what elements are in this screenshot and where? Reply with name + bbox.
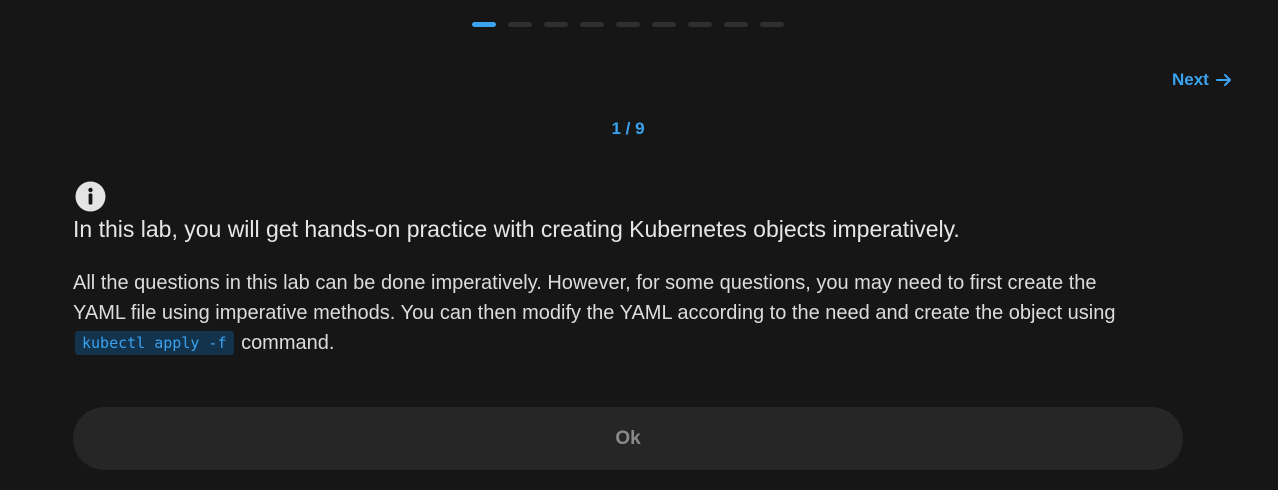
kubectl-command-code: kubectl apply -f bbox=[75, 331, 234, 355]
intro-body-text: All the questions in this lab can be don… bbox=[73, 272, 1116, 324]
step-dot-3[interactable] bbox=[544, 22, 568, 27]
ok-button[interactable]: Ok bbox=[73, 407, 1183, 470]
step-dot-1[interactable] bbox=[472, 22, 496, 27]
step-dot-7[interactable] bbox=[688, 22, 712, 27]
step-dot-8[interactable] bbox=[724, 22, 748, 27]
info-icon bbox=[75, 181, 106, 212]
next-label: Next bbox=[1172, 70, 1209, 89]
intro-body: All the questions in this lab can be don… bbox=[73, 268, 1153, 358]
step-dot-9[interactable] bbox=[760, 22, 784, 27]
step-counter: 1 / 9 bbox=[611, 119, 645, 138]
step-dot-4[interactable] bbox=[580, 22, 604, 27]
next-button[interactable]: Next bbox=[1172, 70, 1233, 90]
step-dot-6[interactable] bbox=[652, 22, 676, 27]
step-indicator bbox=[472, 22, 784, 27]
lab-intro-page: Next 1 / 9 In this lab, you will get han… bbox=[0, 0, 1278, 490]
arrow-right-icon bbox=[1215, 71, 1233, 89]
step-dot-5[interactable] bbox=[616, 22, 640, 27]
intro-body-text-end: command. bbox=[241, 332, 335, 354]
step-dot-2[interactable] bbox=[508, 22, 532, 27]
intro-heading: In this lab, you will get hands-on pract… bbox=[73, 216, 960, 242]
